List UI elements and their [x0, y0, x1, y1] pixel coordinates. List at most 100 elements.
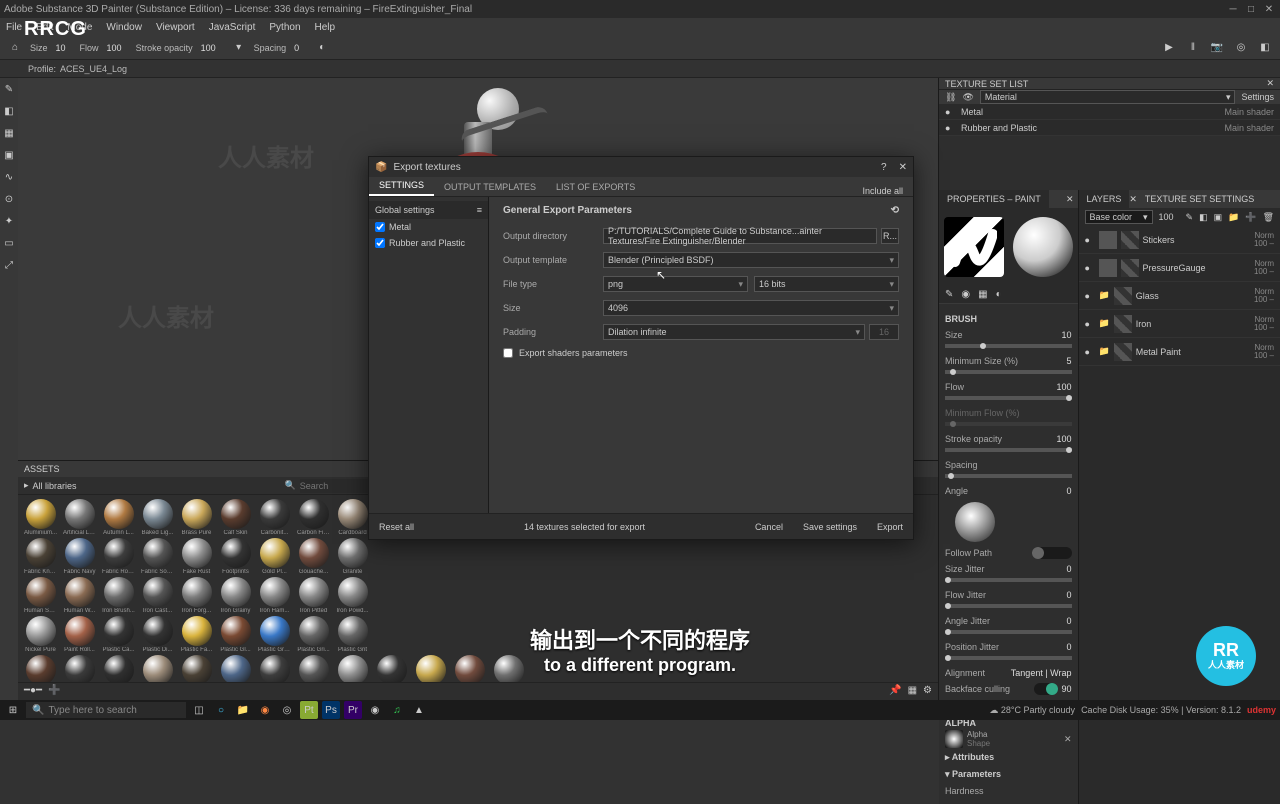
asset-item[interactable]: Aluminium... — [24, 499, 57, 536]
assets-add-icon[interactable]: ➕ — [48, 685, 60, 696]
export-shaders-checkbox[interactable] — [503, 348, 513, 358]
window-close-button[interactable]: ✕ — [1262, 2, 1276, 16]
brush-size-input[interactable]: 10 — [1062, 330, 1072, 340]
home-icon[interactable]: ⌂ — [6, 39, 24, 57]
stroke-opacity-input[interactable]: 100 — [1056, 434, 1071, 444]
include-all-button[interactable]: Include all — [862, 186, 903, 196]
profile-value[interactable]: ACES_UE4_Log — [60, 64, 127, 74]
stroke-opacity-slider[interactable] — [945, 448, 1072, 452]
asset-item[interactable]: Plastic Grit — [336, 616, 369, 653]
texture-set-settings-tab[interactable]: TEXTURE SET SETTINGS — [1137, 190, 1262, 208]
obs-icon[interactable]: ◉ — [366, 701, 384, 719]
add-paint-layer-icon[interactable]: ➕ — [1245, 212, 1256, 223]
chrome-icon[interactable]: ◎ — [278, 701, 296, 719]
asset-item[interactable]: Plastic Di... — [141, 616, 174, 653]
properties-tab[interactable]: PROPERTIES – PAINT — [939, 190, 1049, 208]
render-icon[interactable]: ◎ — [1232, 39, 1250, 57]
transform-tool-icon[interactable]: ⤢ — [2, 258, 16, 272]
layer-item[interactable]: ● 📁 Metal Paint Norm100 – — [1079, 338, 1280, 366]
asset-item[interactable]: Plastic Gl... — [219, 616, 252, 653]
asset-item[interactable]: Iron Cast... — [141, 577, 174, 614]
asset-item[interactable]: Human S... — [414, 655, 447, 682]
global-settings-item[interactable]: Global settings ≡ — [369, 201, 488, 219]
angle-dial[interactable] — [955, 502, 995, 542]
premiere-icon[interactable]: Pr — [344, 701, 362, 719]
alpha-close-icon[interactable]: ✕ — [1064, 734, 1072, 745]
vlc-icon[interactable]: ▲ — [410, 701, 428, 719]
assets-library-dropdown[interactable]: ▸ All libraries — [24, 480, 77, 491]
start-button[interactable]: ⊞ — [4, 705, 22, 716]
delete-layer-icon[interactable]: 🗑 — [1263, 212, 1274, 223]
alpha-mode-icon[interactable]: ◉ — [961, 289, 970, 300]
menu-viewport[interactable]: Viewport — [156, 22, 195, 33]
texture-set-close-icon[interactable]: ✕ — [1266, 78, 1274, 89]
asset-item[interactable]: Human Sh... — [24, 577, 57, 614]
asset-item[interactable]: Fabric Soft... — [141, 538, 174, 575]
asset-item[interactable]: Human S... — [375, 655, 408, 682]
min-size-input[interactable]: 5 — [1067, 356, 1072, 366]
asset-item[interactable]: Artificial La... — [63, 499, 96, 536]
texture-set-item[interactable]: ● Rubber and Plastic Main shader — [939, 120, 1280, 136]
explorer-icon[interactable]: 📁 — [234, 701, 252, 719]
eye-icon[interactable]: ● — [1085, 235, 1095, 245]
padding-dropdown[interactable]: Dilation infinite▾ — [603, 324, 865, 340]
asset-item[interactable]: Hardwo... — [180, 655, 213, 682]
asset-item[interactable]: Gold Pl... — [258, 538, 291, 575]
browser-icon[interactable]: ◉ — [256, 701, 274, 719]
asset-item[interactable]: Hardwo... — [219, 655, 252, 682]
add-fill-layer-icon[interactable]: ▣ — [1214, 212, 1223, 223]
asset-item[interactable]: Fake Rust — [180, 538, 213, 575]
asset-item[interactable]: Human W... — [63, 577, 96, 614]
add-folder-icon[interactable]: 📁 — [1228, 212, 1239, 223]
brush-alpha-preview[interactable] — [944, 217, 1004, 277]
bit-depth-dropdown[interactable]: 16 bits▾ — [754, 276, 899, 292]
asset-item[interactable]: Grunge M... — [24, 655, 57, 682]
asset-item[interactable]: Hardwo... — [141, 655, 174, 682]
taskbar-search[interactable]: 🔍 Type here to search — [26, 702, 186, 718]
fill-tool-icon[interactable]: ▣ — [2, 148, 16, 162]
pause-icon[interactable]: ‖ — [1184, 39, 1202, 57]
clone-tool-icon[interactable]: ⊙ — [2, 192, 16, 206]
size-jitter-slider[interactable] — [945, 578, 1072, 582]
backface-toggle[interactable] — [1034, 683, 1058, 695]
window-maximize-button[interactable]: □ — [1244, 2, 1258, 16]
form-refresh-icon[interactable]: ⟲ — [891, 205, 899, 216]
flow-jitter-slider[interactable] — [945, 604, 1072, 608]
flow-value[interactable]: 100 — [107, 43, 122, 53]
asset-item[interactable]: Iron Ham... — [258, 577, 291, 614]
flow-slider[interactable] — [945, 396, 1072, 400]
asset-item[interactable]: Honeyco... — [258, 655, 291, 682]
rubber-checkbox[interactable] — [375, 238, 385, 248]
assets-pin-icon[interactable]: 📌 — [889, 685, 901, 696]
asset-item[interactable]: Iron Grainy — [219, 577, 252, 614]
alignment-dropdown[interactable]: Tangent | Wrap — [1011, 668, 1072, 678]
spotify-icon[interactable]: ♫ — [388, 701, 406, 719]
side-menu-icon[interactable]: ≡ — [477, 205, 482, 215]
spacing-slider[interactable] — [945, 474, 1072, 478]
picker-tool-icon[interactable]: ✦ — [2, 214, 16, 228]
paint-tool-icon[interactable]: ✎ — [2, 82, 16, 96]
add-effect-icon[interactable]: ✎ — [1186, 212, 1194, 223]
flow-input[interactable]: 100 — [1056, 382, 1071, 392]
dialog-help-icon[interactable]: ? — [881, 162, 887, 173]
asset-item[interactable]: Carbon Fiber — [297, 499, 330, 536]
layer-item[interactable]: ● PressureGauge Norm100 – — [1079, 254, 1280, 282]
texture-set-material-dropdown[interactable]: Material▾ — [980, 90, 1236, 104]
unlink-icon[interactable]: ⛓ — [945, 92, 956, 103]
angle-jitter-slider[interactable] — [945, 630, 1072, 634]
layer-item[interactable]: ● Stickers Norm100 – — [1079, 226, 1280, 254]
assets-grid-icon[interactable]: ▦ — [908, 685, 917, 696]
play-icon[interactable]: ▶ — [1160, 39, 1178, 57]
cancel-button[interactable]: Cancel — [755, 522, 783, 532]
output-templates-tab[interactable]: OUTPUT TEMPLATES — [434, 178, 546, 196]
asset-item[interactable]: Calf Skin — [219, 499, 252, 536]
eye-icon[interactable]: ● — [945, 107, 955, 117]
asset-item[interactable]: Paint Roll... — [63, 616, 96, 653]
pos-jitter-slider[interactable] — [945, 656, 1072, 660]
settings-tab[interactable]: SETTINGS — [369, 176, 434, 196]
asset-item[interactable]: Iron Pitted — [297, 577, 330, 614]
list-of-exports-tab[interactable]: LIST OF EXPORTS — [546, 178, 645, 196]
brush-size-value[interactable]: 10 — [56, 43, 66, 53]
asset-item[interactable]: Brass Pure — [180, 499, 213, 536]
asset-item[interactable]: Footprints — [219, 538, 252, 575]
